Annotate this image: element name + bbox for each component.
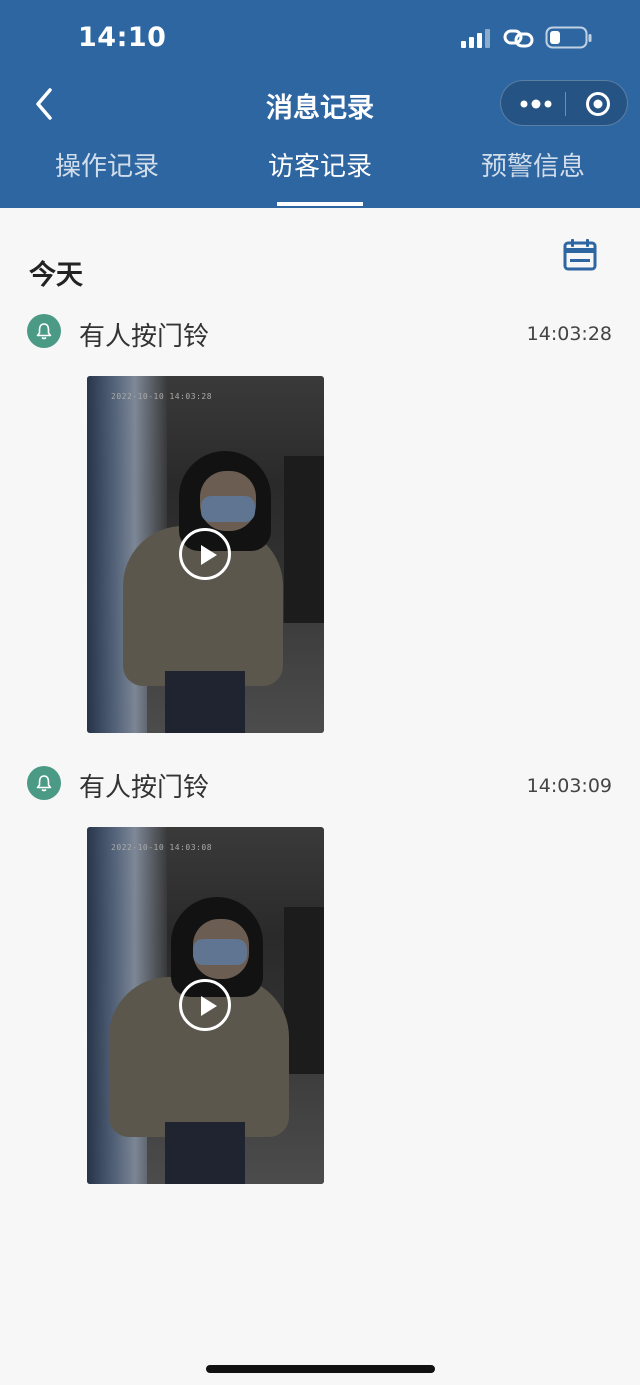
video-frame-legs [165, 671, 245, 733]
tab-warning-info[interactable]: 预警信息 [463, 146, 603, 183]
video-timestamp: 2022-10-10 14:03:08 [111, 843, 213, 852]
bell-icon [27, 766, 61, 800]
link-icon [503, 29, 534, 48]
battery-icon [545, 26, 592, 49]
bell-icon [27, 314, 61, 348]
more-icon[interactable] [519, 93, 553, 115]
tab-visitor-records[interactable]: 访客记录 [250, 146, 390, 183]
video-thumbnail[interactable]: 2022-10-10 14:03:08 [87, 827, 324, 1184]
section-title: 今天 [29, 260, 83, 291]
event-time: 14:03:28 [526, 323, 612, 345]
tab-operation-records[interactable]: 操作记录 [37, 146, 177, 183]
video-frame-legs [165, 1122, 245, 1184]
signal-icon [461, 29, 490, 48]
play-icon[interactable] [179, 528, 231, 580]
mini-program-capsule [500, 80, 628, 126]
video-frame-mask [201, 496, 255, 522]
event-time: 14:03:09 [526, 775, 612, 797]
tab-bar: 操作记录 访客记录 预警信息 [0, 140, 640, 208]
app-header: 14:10 消息记录 操作记录 访客记录 预警信息 [0, 0, 640, 208]
status-time: 14:10 [78, 22, 167, 53]
video-thumbnail[interactable]: 2022-10-10 14:03:28 [87, 376, 324, 733]
capsule-divider [565, 92, 566, 116]
event-title: 有人按门铃 [79, 322, 210, 352]
active-tab-indicator [277, 202, 363, 206]
play-icon[interactable] [179, 979, 231, 1031]
event-title: 有人按门铃 [79, 773, 210, 803]
video-timestamp: 2022-10-10 14:03:28 [111, 392, 213, 401]
home-indicator [206, 1365, 435, 1373]
calendar-icon[interactable] [563, 238, 597, 272]
close-mini-program-icon[interactable] [585, 91, 611, 117]
video-frame-mask [193, 939, 247, 965]
